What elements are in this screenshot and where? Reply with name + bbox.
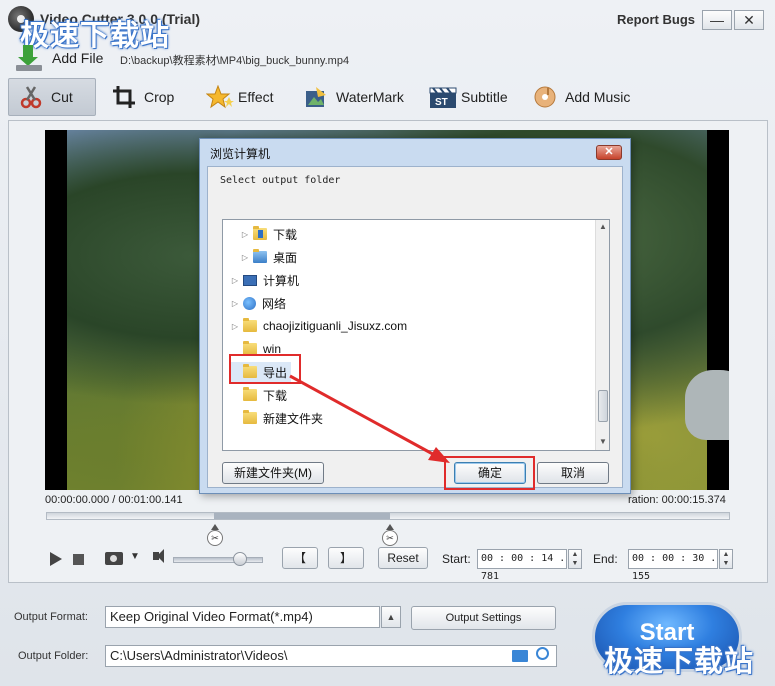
annotation-arrow [289,374,450,463]
video-cutter-window: Video Cutter 3.0.0 (Trial) Report Bugs —… [0,0,775,686]
